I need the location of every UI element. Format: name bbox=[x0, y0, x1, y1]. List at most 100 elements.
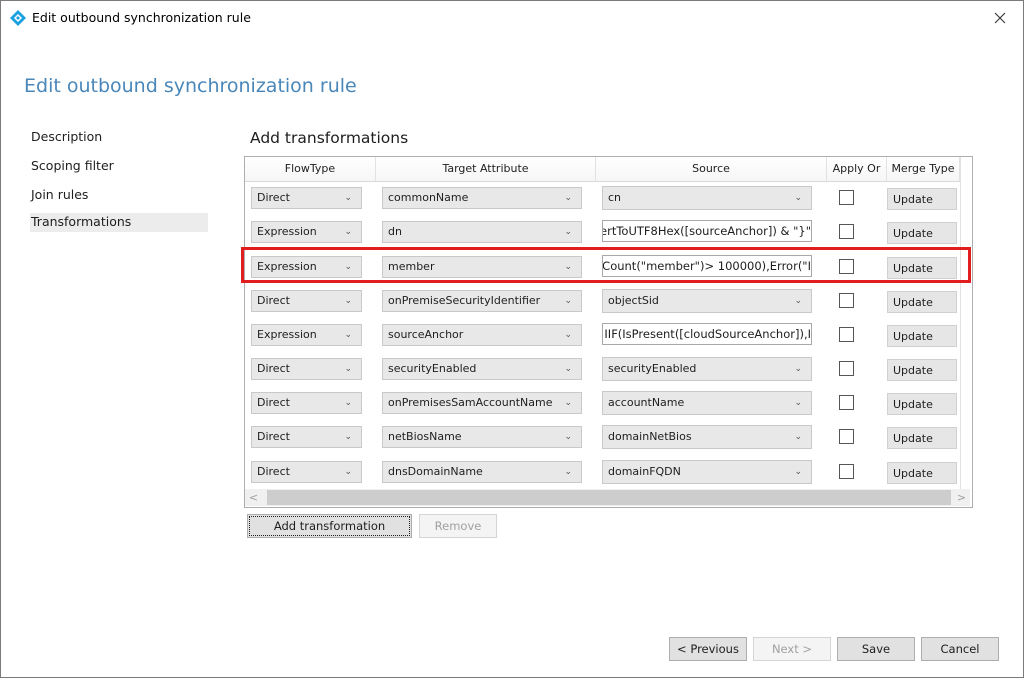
section-title: Add transformations bbox=[250, 129, 409, 147]
source-dropdown[interactable]: domainFQDN ⌄ bbox=[602, 460, 812, 484]
flowtype-value: Expression bbox=[257, 225, 317, 238]
source-expression-input[interactable]: IIF(IsPresent([cloudSourceAnchor]),I bbox=[602, 323, 812, 345]
apply-once-checkbox[interactable] bbox=[839, 464, 854, 479]
source-dropdown[interactable]: objectSid ⌄ bbox=[602, 289, 812, 313]
merge-type-dropdown[interactable]: Update bbox=[887, 291, 957, 313]
apply-once-checkbox[interactable] bbox=[839, 429, 854, 444]
flowtype-value: Direct bbox=[257, 465, 290, 478]
flowtype-value: Direct bbox=[257, 396, 290, 409]
flowtype-dropdown[interactable]: Expression ⌄ bbox=[251, 221, 362, 243]
apply-once-checkbox[interactable] bbox=[839, 361, 854, 376]
table-row: Direct ⌄ onPremisesSamAccountName ⌄ accountN… bbox=[245, 388, 960, 422]
flowtype-dropdown[interactable]: Direct ⌄ bbox=[251, 461, 362, 483]
target-attribute-dropdown[interactable]: securityEnabled ⌄ bbox=[382, 358, 582, 380]
source-dropdown[interactable]: accountName ⌄ bbox=[602, 391, 812, 415]
table-row: Expression ⌄ sourceAnchor ⌄ IIF(IsPresent([c… bbox=[245, 320, 960, 354]
apply-once-checkbox[interactable] bbox=[839, 395, 854, 410]
horizontal-scrollbar[interactable]: < > bbox=[245, 489, 970, 506]
column-header-flowtype[interactable]: FlowType bbox=[245, 157, 376, 181]
target-attribute-dropdown[interactable]: onPremisesSamAccountName ⌄ bbox=[382, 392, 582, 414]
flowtype-dropdown[interactable]: Direct ⌄ bbox=[251, 290, 362, 312]
chevron-down-icon: ⌄ bbox=[564, 296, 572, 306]
chevron-down-icon: ⌄ bbox=[344, 432, 352, 442]
flowtype-dropdown[interactable]: Direct ⌄ bbox=[251, 426, 362, 448]
table-row: Direct ⌄ onPremiseSecurityIdentifier ⌄ objec… bbox=[245, 286, 960, 320]
target-attribute-dropdown[interactable]: commonName ⌄ bbox=[382, 187, 582, 209]
chevron-down-icon: ⌄ bbox=[344, 467, 352, 477]
column-header-apply-once[interactable]: Apply Or bbox=[827, 157, 887, 181]
apply-once-checkbox[interactable] bbox=[839, 190, 854, 205]
column-header-target-attribute[interactable]: Target Attribute bbox=[376, 157, 596, 181]
remove-button[interactable]: Remove bbox=[419, 514, 497, 538]
chevron-down-icon: ⌄ bbox=[794, 364, 802, 374]
merge-type-dropdown[interactable]: Update bbox=[887, 257, 957, 279]
target-attribute-dropdown[interactable]: member ⌄ bbox=[382, 256, 582, 278]
nav-item-transformations[interactable]: Transformations bbox=[30, 213, 208, 232]
flowtype-value: Expression bbox=[257, 328, 317, 341]
save-button[interactable]: Save bbox=[837, 637, 915, 661]
source-value: objectSid bbox=[608, 294, 659, 307]
flowtype-value: Direct bbox=[257, 430, 290, 443]
source-expression-input[interactable]: ertToUTF8Hex([sourceAnchor]) & "}" bbox=[602, 220, 812, 242]
title-bar: Edit outbound synchronization rule bbox=[1, 1, 1023, 35]
table-row: Expression ⌄ dn ⌄ ertToUTF8Hex([sourceAnchor… bbox=[245, 217, 960, 251]
chevron-down-icon: ⌄ bbox=[344, 398, 352, 408]
column-header-merge-type[interactable]: Merge Type bbox=[887, 157, 960, 181]
scroll-right-arrow[interactable]: > bbox=[953, 489, 970, 506]
merge-type-dropdown[interactable]: Update bbox=[887, 325, 957, 347]
merge-type-dropdown[interactable]: Update bbox=[887, 427, 957, 449]
add-transformation-button[interactable]: Add transformation bbox=[247, 514, 412, 538]
merge-type-dropdown[interactable]: Update bbox=[887, 462, 957, 484]
merge-type-value: Update bbox=[893, 467, 933, 480]
nav-item-scoping-filter[interactable]: Scoping filter bbox=[30, 154, 208, 183]
azure-ad-connect-icon bbox=[10, 10, 26, 26]
target-attribute-value: netBiosName bbox=[388, 430, 462, 443]
scrollbar-thumb[interactable] bbox=[267, 490, 951, 505]
apply-once-checkbox[interactable] bbox=[839, 293, 854, 308]
merge-type-dropdown[interactable]: Update bbox=[887, 393, 957, 415]
cancel-button[interactable]: Cancel bbox=[921, 637, 999, 661]
apply-once-checkbox[interactable] bbox=[839, 327, 854, 342]
target-attribute-dropdown[interactable]: netBiosName ⌄ bbox=[382, 426, 582, 448]
merge-type-dropdown[interactable]: Update bbox=[887, 359, 957, 381]
transformations-grid: FlowType Target Attribute Source Apply O… bbox=[244, 156, 973, 508]
source-dropdown[interactable]: securityEnabled ⌄ bbox=[602, 357, 812, 381]
source-expression-value: eCount("member")> 100000),Error("I bbox=[602, 259, 811, 273]
target-attribute-dropdown[interactable]: onPremiseSecurityIdentifier ⌄ bbox=[382, 290, 582, 312]
column-header-source[interactable]: Source bbox=[596, 157, 827, 181]
source-dropdown[interactable]: cn ⌄ bbox=[602, 186, 812, 210]
source-expression-value: ertToUTF8Hex([sourceAnchor]) & "}" bbox=[602, 224, 811, 238]
merge-type-value: Update bbox=[893, 296, 933, 309]
merge-type-dropdown[interactable]: Update bbox=[887, 222, 957, 244]
nav-item-join-rules[interactable]: Join rules bbox=[30, 183, 208, 212]
previous-button[interactable]: < Previous bbox=[669, 637, 747, 661]
merge-type-value: Update bbox=[893, 364, 933, 377]
flowtype-dropdown[interactable]: Expression ⌄ bbox=[251, 256, 362, 278]
chevron-down-icon: ⌄ bbox=[794, 193, 802, 203]
scroll-left-arrow[interactable]: < bbox=[245, 489, 262, 506]
target-attribute-dropdown[interactable]: dnsDomainName ⌄ bbox=[382, 461, 582, 483]
target-attribute-value: dn bbox=[388, 225, 402, 238]
flowtype-dropdown[interactable]: Direct ⌄ bbox=[251, 358, 362, 380]
chevron-down-icon: ⌄ bbox=[344, 330, 352, 340]
close-button[interactable] bbox=[977, 1, 1023, 35]
flowtype-value: Direct bbox=[257, 362, 290, 375]
flowtype-dropdown[interactable]: Direct ⌄ bbox=[251, 392, 362, 414]
flowtype-dropdown[interactable]: Expression ⌄ bbox=[251, 324, 362, 346]
source-dropdown[interactable]: domainNetBios ⌄ bbox=[602, 425, 812, 449]
nav-item-description[interactable]: Description bbox=[30, 125, 208, 154]
merge-type-value: Update bbox=[893, 432, 933, 445]
apply-once-checkbox[interactable] bbox=[839, 259, 854, 274]
target-attribute-value: onPremisesSamAccountName bbox=[388, 396, 553, 409]
source-value: domainNetBios bbox=[608, 430, 692, 443]
target-attribute-dropdown[interactable]: dn ⌄ bbox=[382, 221, 582, 243]
grid-right-edge bbox=[960, 157, 961, 489]
target-attribute-dropdown[interactable]: sourceAnchor ⌄ bbox=[382, 324, 582, 346]
merge-type-value: Update bbox=[893, 262, 933, 275]
next-button[interactable]: Next > bbox=[753, 637, 831, 661]
merge-type-dropdown[interactable]: Update bbox=[887, 188, 957, 210]
chevron-down-icon: ⌄ bbox=[794, 467, 802, 477]
flowtype-dropdown[interactable]: Direct ⌄ bbox=[251, 187, 362, 209]
source-expression-input[interactable]: eCount("member")> 100000),Error("I bbox=[602, 255, 812, 277]
apply-once-checkbox[interactable] bbox=[839, 224, 854, 239]
